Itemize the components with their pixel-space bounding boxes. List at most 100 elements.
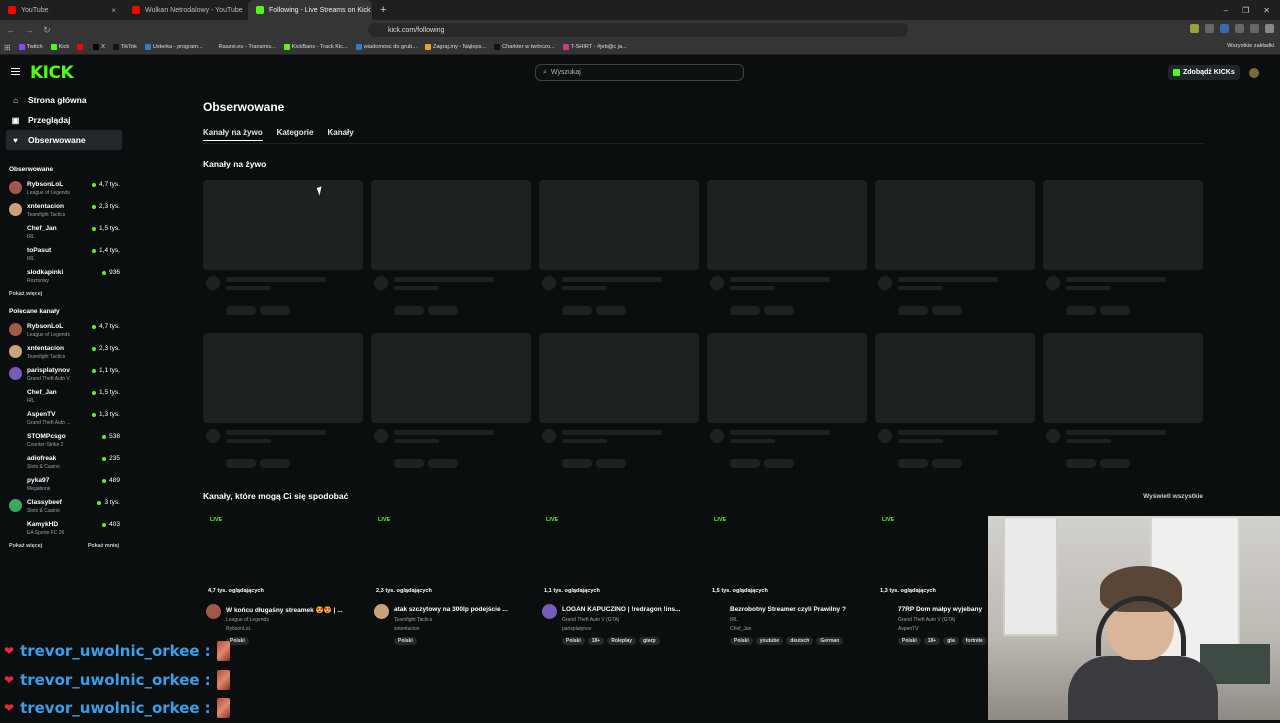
avatar[interactable] bbox=[710, 604, 725, 619]
reload-icon[interactable]: ↻ bbox=[40, 25, 54, 36]
tag-pill[interactable]: 18+ bbox=[588, 637, 604, 645]
extension-icon[interactable] bbox=[1220, 24, 1229, 33]
bookmark-item[interactable]: Usterka - program... bbox=[141, 44, 207, 50]
sidebar-nav-item[interactable]: ▣Przeglądaj bbox=[6, 110, 122, 130]
tag-pill[interactable]: Roleplay bbox=[607, 637, 636, 645]
stream-category[interactable]: IRL bbox=[730, 617, 738, 623]
show-more-button[interactable]: Pokaż więcej bbox=[9, 291, 42, 300]
tag-pill[interactable]: youtube bbox=[756, 637, 783, 645]
bookmark-item[interactable]: TikTok bbox=[109, 44, 141, 50]
sidebar-channel-item[interactable]: toPasutIRL1,4 tys. bbox=[8, 242, 122, 264]
sidebar-channel-item[interactable]: pyka97Megabonk489 bbox=[8, 472, 122, 494]
search-input[interactable]: ⌕ Wyszukaj bbox=[535, 64, 744, 81]
stream-title[interactable]: LOGAN KAPUCZINO | !redragon !ins... bbox=[562, 606, 694, 613]
stream-card[interactable]: LIVE1,1 tys. oglądającychLOGAN KAPUCZINO… bbox=[539, 516, 699, 646]
sidebar-channel-item[interactable]: adiofreakSlots & Casino235 bbox=[8, 450, 122, 472]
tab-categories[interactable]: Kategorie bbox=[277, 128, 314, 141]
sidebar-channel-item[interactable]: ClassybeefSlots & Casino3 tys. bbox=[8, 494, 122, 516]
close-window-icon[interactable]: ✕ bbox=[1263, 6, 1270, 15]
tag-pill[interactable]: fortnite bbox=[962, 637, 987, 645]
apps-icon[interactable]: ⊞ bbox=[0, 43, 15, 52]
extension-icon[interactable] bbox=[1235, 24, 1244, 33]
extension-icon[interactable] bbox=[1205, 24, 1214, 33]
sidebar-channel-item[interactable]: parisplatynovGrand Theft Auto V1,1 tys. bbox=[8, 362, 122, 384]
stream-card[interactable]: LIVE1,5 tys. oglądającychBezrobotny Stre… bbox=[707, 516, 867, 646]
sidebar-channel-item[interactable]: AspenTVGrand Theft Auto ...1,3 tys. bbox=[8, 406, 122, 428]
sidebar-channel-item[interactable]: RybsonLoLLeague of Legends4,7 tys. bbox=[8, 318, 122, 340]
sidebar-channel-item[interactable]: RybsonLoLLeague of Legends4,7 tys. bbox=[8, 176, 122, 198]
extension-icon[interactable] bbox=[1190, 24, 1199, 33]
tag-pill[interactable]: Polski bbox=[394, 637, 417, 645]
stream-category[interactable]: League of Legends bbox=[226, 617, 269, 623]
viewer-count-text: 1,1 tys. bbox=[99, 367, 120, 374]
bookmark-item[interactable]: Raszei.eu - Transmis... bbox=[207, 44, 280, 50]
loading-placeholder-card bbox=[371, 333, 531, 423]
stream-category[interactable]: Teamfight Tactics bbox=[394, 617, 432, 623]
bookmark-item[interactable]: Zagraj.my - Najleps... bbox=[421, 44, 490, 50]
all-bookmarks-link[interactable]: Wszystkie zakładki bbox=[1227, 43, 1274, 49]
tab-live-channels[interactable]: Kanały na żywo bbox=[203, 128, 263, 141]
sidebar-channel-item[interactable]: Chef_JanIRL1,5 tys. bbox=[8, 384, 122, 406]
channel-name[interactable]: Chef_Jan bbox=[730, 626, 751, 632]
stream-title[interactable]: Bezrobotny Streamer czyli Prawilny ? bbox=[730, 606, 862, 613]
tag-pill[interactable]: gtarp bbox=[639, 637, 660, 645]
stream-title[interactable]: atak szczytowy na 300lp podejście ... bbox=[394, 606, 526, 613]
bookmark-item[interactable] bbox=[73, 44, 89, 50]
tag-pill[interactable]: Polski bbox=[730, 637, 753, 645]
maximize-icon[interactable]: ❐ bbox=[1242, 6, 1249, 15]
tag-pill[interactable]: Polski bbox=[898, 637, 921, 645]
bookmark-item[interactable]: KickBans - Track Kic... bbox=[280, 44, 352, 50]
minimize-icon[interactable]: – bbox=[1224, 6, 1228, 15]
tag-pill[interactable]: Polski bbox=[562, 637, 585, 645]
avatar[interactable] bbox=[542, 604, 557, 619]
bookmark-item[interactable]: Kick bbox=[47, 44, 74, 50]
tag-pill[interactable]: deutsch bbox=[786, 637, 813, 645]
see-all-link[interactable]: Wyświetl wszystkie bbox=[1143, 493, 1203, 500]
browser-tab[interactable]: Following - Live Streams on Kick× bbox=[248, 0, 372, 20]
sidebar-channel-item[interactable]: STOMPcsgoCounter-Strike 2538 bbox=[8, 428, 122, 450]
bookmark-item[interactable]: Twitch bbox=[15, 44, 47, 50]
stream-title[interactable]: W końcu długaśny streamek 😍😍 | ... bbox=[226, 606, 358, 614]
url-field[interactable]: kick.com/following bbox=[368, 23, 908, 37]
stream-category[interactable]: Grand Theft Auto V (GTA) bbox=[898, 617, 955, 623]
new-tab-button[interactable]: + bbox=[372, 4, 394, 16]
stream-category[interactable]: Grand Theft Auto V (GTA) bbox=[562, 617, 619, 623]
channel-name[interactable]: parisplatynov bbox=[562, 626, 591, 632]
bookmark-item[interactable]: T-SHIRT - #jeb@c ja... bbox=[559, 44, 631, 50]
browser-tab[interactable]: Wulkan Netrodalowy - YouTube× bbox=[124, 0, 248, 20]
sidebar-channel-item[interactable]: Chef_JanIRL1,5 tys. bbox=[8, 220, 122, 242]
extension-icon[interactable] bbox=[1250, 24, 1259, 33]
show-less-button[interactable]: Pokaż mniej bbox=[88, 543, 119, 552]
bookmark-item[interactable]: Charkter w twórczo... bbox=[490, 44, 559, 50]
sidebar-channel-item[interactable]: xntentacionTeamfight Tactics2,3 tys. bbox=[8, 340, 122, 362]
sidebar-nav-item[interactable]: ⌂Strona główna bbox=[6, 90, 122, 110]
hamburger-menu-icon[interactable] bbox=[11, 68, 20, 75]
tab-channels[interactable]: Kanały bbox=[327, 128, 353, 141]
bookmark-item[interactable]: wiadomosc do grub... bbox=[352, 44, 421, 50]
sidebar-nav-item[interactable]: ♥Obserwowane bbox=[6, 130, 122, 150]
kick-logo[interactable]: KICK bbox=[30, 63, 73, 83]
user-avatar[interactable] bbox=[1249, 68, 1259, 78]
sidebar-channel-item[interactable]: KamykHDEA Sports FC 26403 bbox=[8, 516, 122, 538]
channel-name[interactable]: xntentacion bbox=[394, 626, 420, 632]
tag-pill[interactable]: 18+ bbox=[924, 637, 940, 645]
get-kicks-button[interactable]: Zdobądź KICKs bbox=[1168, 65, 1240, 80]
close-tab-icon[interactable]: × bbox=[111, 6, 116, 15]
back-icon[interactable]: ← bbox=[4, 25, 18, 35]
sidebar-channel-item[interactable]: xntentacionTeamfight Tactics2,3 tys. bbox=[8, 198, 122, 220]
stream-card[interactable]: LIVE4,7 tys. oglądającychW końcu długaśn… bbox=[203, 516, 363, 646]
menu-icon[interactable] bbox=[1265, 24, 1274, 33]
avatar[interactable] bbox=[374, 604, 389, 619]
show-more-button[interactable]: Pokaż więcej bbox=[9, 543, 42, 552]
tag-pill[interactable]: German bbox=[816, 637, 843, 645]
avatar[interactable] bbox=[206, 604, 221, 619]
sidebar-channel-item[interactable]: slodkapinkiRozmowy936 bbox=[8, 264, 122, 286]
forward-icon[interactable]: → bbox=[22, 25, 36, 35]
browser-tab[interactable]: YouTube× bbox=[0, 0, 124, 20]
tag-pill[interactable]: gta bbox=[943, 637, 959, 645]
avatar[interactable] bbox=[878, 604, 893, 619]
stream-card[interactable]: LIVE2,3 tys. oglądającychatak szczytowy … bbox=[371, 516, 531, 646]
channel-name[interactable]: RybsonLoL bbox=[226, 626, 251, 632]
bookmark-item[interactable]: X bbox=[89, 44, 109, 50]
channel-name[interactable]: AspenTV bbox=[898, 626, 919, 632]
